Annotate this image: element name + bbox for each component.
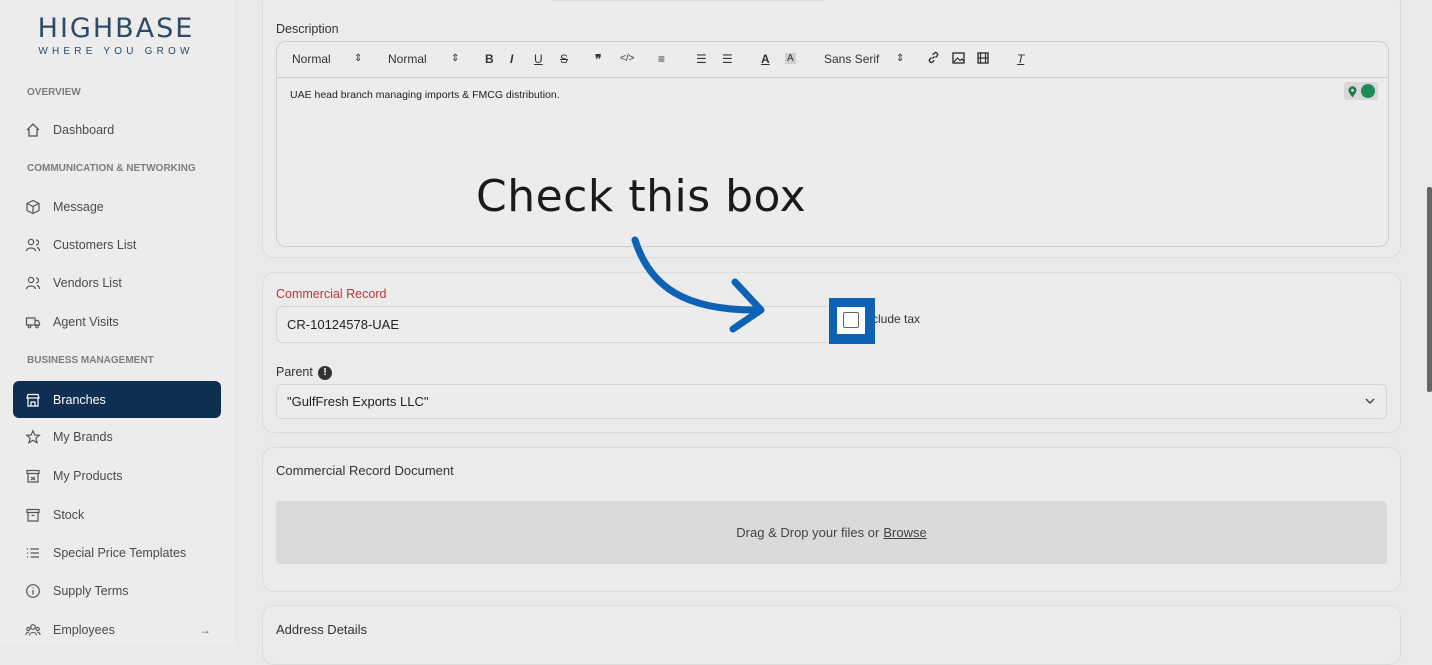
grammarly-icon bbox=[1361, 84, 1375, 98]
link-icon[interactable] bbox=[927, 51, 940, 67]
chevron-down-icon bbox=[1364, 395, 1376, 410]
section-overview: OVERVIEW bbox=[27, 87, 81, 98]
grammarly-badge[interactable] bbox=[1344, 82, 1378, 100]
logo-tagline: WHERE YOU GROW bbox=[38, 46, 194, 57]
sidebar-item-label: Vendors List bbox=[53, 276, 122, 290]
sidebar-item-message[interactable]: Message bbox=[13, 189, 221, 225]
browse-link[interactable]: Browse bbox=[883, 525, 926, 540]
description-label: Description bbox=[276, 22, 339, 36]
clear-format-icon[interactable]: T bbox=[1017, 52, 1024, 66]
address-title: Address Details bbox=[276, 622, 368, 637]
text-color-icon[interactable]: A bbox=[761, 52, 770, 66]
video-icon[interactable] bbox=[977, 52, 989, 67]
list-icon bbox=[24, 544, 42, 562]
location-pin-icon bbox=[1348, 85, 1357, 98]
commercial-record-label: Commercial Record bbox=[276, 287, 387, 301]
section-communication: COMMUNICATION & NETWORKING bbox=[27, 163, 196, 174]
tutorial-arrow-icon bbox=[631, 236, 765, 333]
include-tax-highlight bbox=[829, 298, 875, 344]
sidebar-item-dashboard[interactable]: Dashboard bbox=[13, 112, 221, 148]
parent-info-icon[interactable]: ! bbox=[318, 366, 332, 380]
include-tax-checkbox[interactable] bbox=[843, 312, 859, 328]
cube-icon bbox=[24, 198, 42, 216]
bold-icon[interactable]: B bbox=[485, 52, 494, 66]
logo-name: HIGHBASE bbox=[37, 13, 195, 44]
users-icon bbox=[24, 274, 42, 292]
sidebar-item-label: Stock bbox=[53, 508, 85, 522]
sidebar-item-label: Supply Terms bbox=[53, 584, 129, 598]
image-icon[interactable] bbox=[952, 52, 965, 67]
sidebar-item-label: Special Price Templates bbox=[53, 546, 187, 560]
background-color-icon[interactable]: A bbox=[785, 53, 796, 64]
bullet-list-icon[interactable]: ☰ bbox=[722, 52, 733, 66]
truck-icon bbox=[24, 313, 42, 331]
home-icon bbox=[24, 121, 42, 139]
sidebar-item-my-brands[interactable]: My Brands bbox=[13, 419, 221, 455]
users-icon bbox=[24, 236, 42, 254]
sidebar-item-label: My Products bbox=[53, 469, 123, 483]
ordered-list-icon[interactable]: ☰ bbox=[696, 52, 707, 66]
scrollbar-thumb[interactable] bbox=[1427, 187, 1432, 392]
sidebar-item-label: Employees bbox=[53, 623, 115, 637]
size-select[interactable]: Normal bbox=[388, 52, 427, 66]
info-icon bbox=[24, 582, 42, 600]
sidebar-item-employees[interactable]: Employees → bbox=[13, 612, 221, 648]
file-dropzone[interactable]: Drag & Drop your files or Browse bbox=[276, 501, 1387, 564]
description-content[interactable]: UAE head branch managing imports & FMCG … bbox=[290, 89, 560, 101]
tutorial-callout: Check this box bbox=[467, 160, 846, 233]
parent-select[interactable]: "GulfFresh Exports LLC" bbox=[276, 384, 1387, 419]
sidebar-item-label: Customers List bbox=[53, 238, 137, 252]
quote-icon[interactable]: ❞ bbox=[595, 52, 601, 66]
logo: HIGHBASE WHERE YOU GROW bbox=[36, 13, 196, 58]
sidebar-item-label: My Brands bbox=[53, 430, 113, 444]
sidebar: HIGHBASE WHERE YOU GROW OVERVIEW Dashboa… bbox=[0, 0, 235, 646]
team-icon bbox=[24, 621, 42, 639]
align-icon[interactable]: ≡ bbox=[658, 52, 665, 66]
italic-icon[interactable]: I bbox=[510, 52, 513, 66]
sidebar-item-customers[interactable]: Customers List bbox=[13, 227, 221, 263]
address-card bbox=[262, 605, 1401, 665]
header-select-arrows-icon: ⇕ bbox=[354, 53, 363, 64]
font-select[interactable]: Sans Serif bbox=[824, 52, 879, 66]
archive-icon bbox=[24, 506, 42, 524]
sidebar-item-vendors[interactable]: Vendors List bbox=[13, 265, 221, 301]
section-business: BUSINESS MANAGEMENT bbox=[27, 355, 154, 366]
sidebar-item-label: Agent Visits bbox=[53, 315, 119, 329]
cr-document-title: Commercial Record Document bbox=[276, 463, 454, 478]
box-icon bbox=[24, 467, 42, 485]
sidebar-item-stock[interactable]: Stock bbox=[13, 497, 221, 533]
sidebar-item-supply-terms[interactable]: Supply Terms bbox=[13, 573, 221, 609]
sidebar-item-branches[interactable]: Branches bbox=[13, 381, 221, 418]
font-select-arrows-icon: ⇕ bbox=[896, 53, 905, 64]
sidebar-item-my-products[interactable]: My Products bbox=[13, 458, 221, 494]
parent-select-value: "GulfFresh Exports LLC" bbox=[287, 394, 429, 409]
expand-arrow-icon: → bbox=[199, 623, 211, 637]
strike-icon[interactable]: S bbox=[560, 52, 568, 66]
sidebar-item-special-price-templates[interactable]: Special Price Templates bbox=[13, 535, 221, 571]
sidebar-item-label: Dashboard bbox=[53, 123, 115, 137]
drop-text: Drag & Drop your files or bbox=[736, 525, 880, 540]
header-select[interactable]: Normal bbox=[292, 52, 331, 66]
include-tax-checkbox-frame bbox=[837, 307, 865, 334]
star-icon bbox=[24, 428, 42, 446]
size-select-arrows-icon: ⇕ bbox=[451, 53, 460, 64]
underline-icon[interactable]: U bbox=[534, 52, 543, 66]
sidebar-item-label: Branches bbox=[53, 392, 106, 407]
parent-label: Parent bbox=[276, 365, 313, 379]
sidebar-item-label: Message bbox=[53, 200, 104, 214]
sidebar-item-agent-visits[interactable]: Agent Visits bbox=[13, 304, 221, 340]
code-icon[interactable]: </> bbox=[620, 53, 634, 64]
store-icon bbox=[24, 391, 42, 409]
